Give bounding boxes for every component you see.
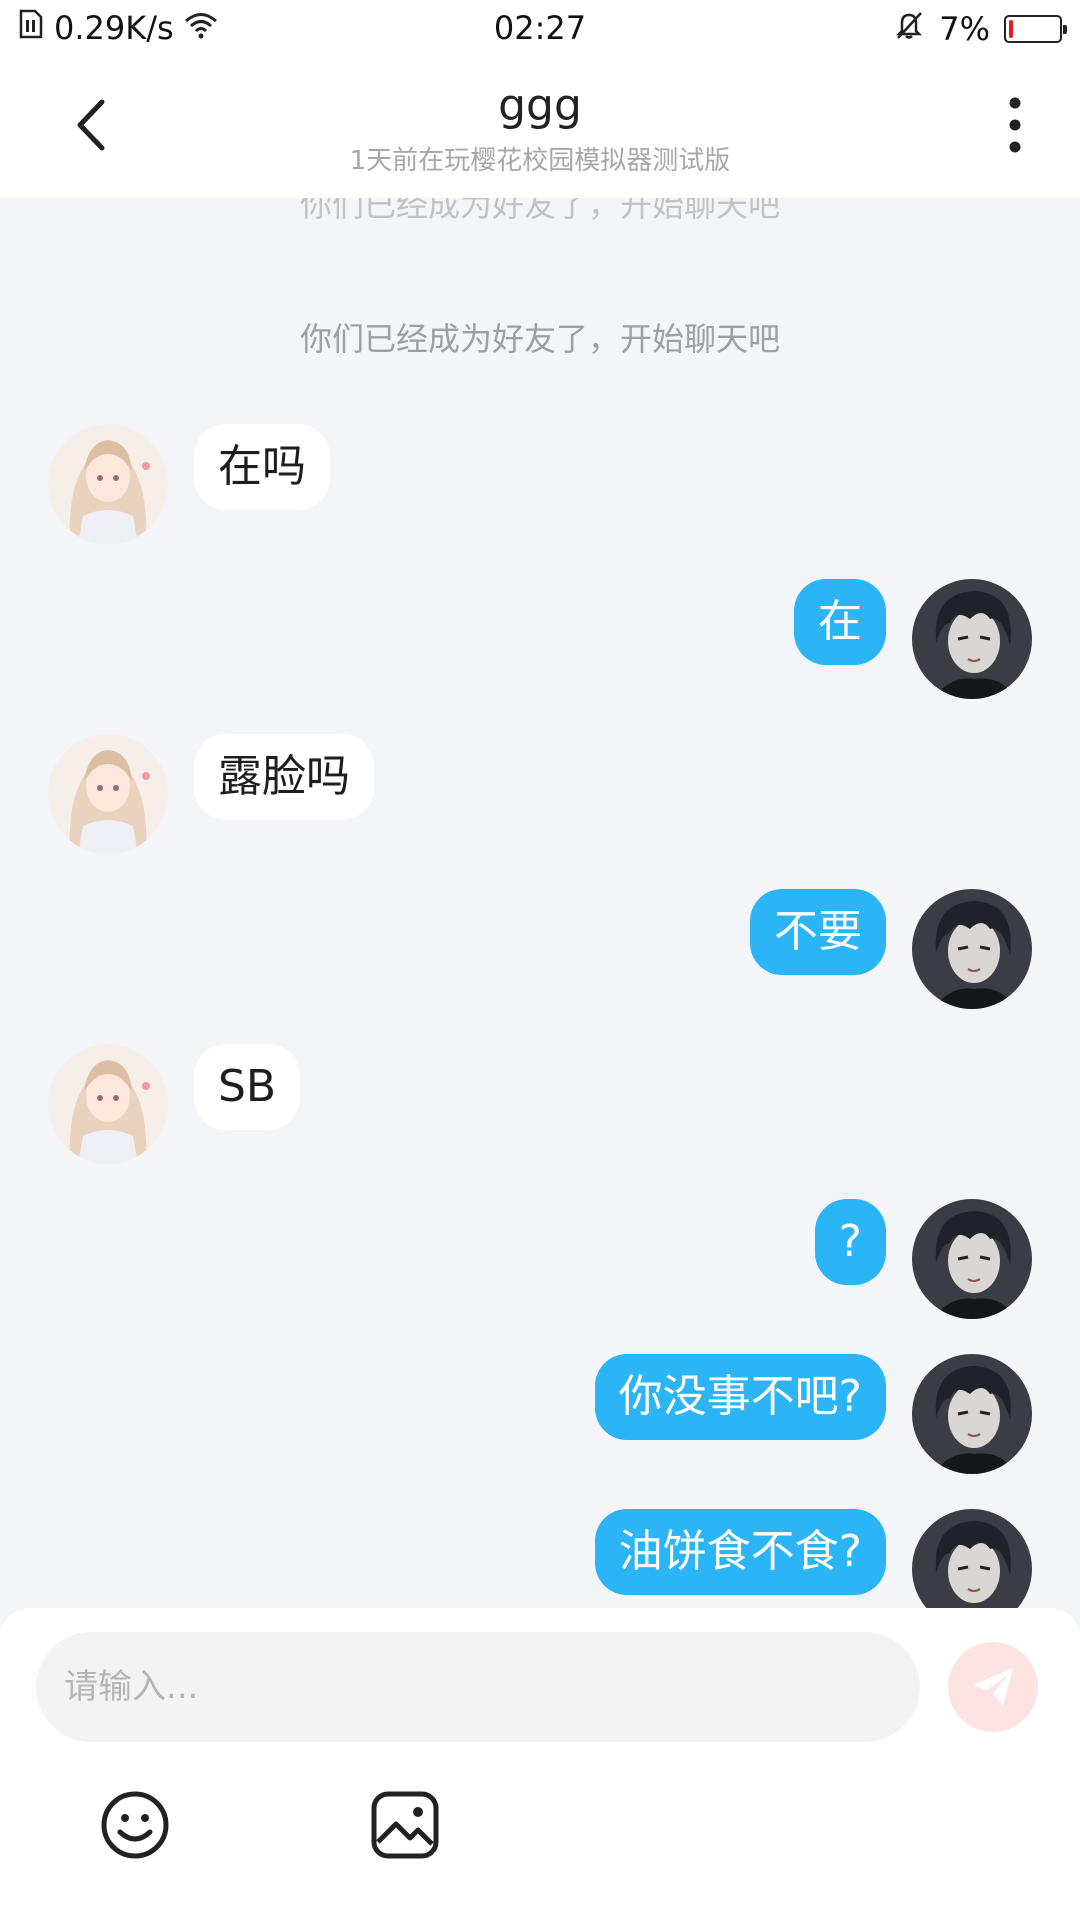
user-avatar[interactable] <box>912 889 1032 1009</box>
message-list[interactable]: 你们已经成为好友了，开始聊天吧 你们已经成为好友了，开始聊天吧 在吗 在 露脸吗… <box>0 198 1080 1608</box>
send-button[interactable] <box>948 1642 1038 1732</box>
user-avatar[interactable] <box>912 579 1032 699</box>
battery-percent: 7% <box>939 10 990 48</box>
status-bar: 0.29K/s 02:27 7% <box>0 0 1080 60</box>
more-button[interactable] <box>990 90 1040 160</box>
message-row: 不要 <box>0 889 1080 1009</box>
message-bubble-outgoing[interactable]: ? <box>814 1199 886 1285</box>
system-message: 你们已经成为好友了，开始聊天吧 <box>299 320 780 358</box>
battery-icon <box>1004 15 1067 43</box>
contact-avatar[interactable] <box>48 734 168 854</box>
emoji-icon <box>101 1791 169 1859</box>
message-input[interactable] <box>36 1632 920 1742</box>
emoji-button[interactable] <box>98 1788 172 1862</box>
message-bubble-outgoing[interactable]: 你没事不吧? <box>594 1354 886 1440</box>
message-bubble-outgoing[interactable]: 不要 <box>750 889 886 975</box>
image-icon <box>371 1791 439 1859</box>
status-right: 7% <box>893 9 1067 49</box>
composer <box>0 1608 1080 1920</box>
more-vertical-icon <box>1009 97 1021 153</box>
message-bubble-incoming[interactable]: 露脸吗 <box>194 734 374 820</box>
user-avatar[interactable] <box>912 1199 1032 1319</box>
message-bubble-outgoing[interactable]: 在 <box>794 579 886 665</box>
chat-header: ggg 1天前在玩樱花校园模拟器测试版 <box>0 60 1080 198</box>
message-row: SB <box>0 1044 1080 1164</box>
user-avatar[interactable] <box>912 1509 1032 1608</box>
message-row: 在 <box>0 579 1080 699</box>
message-bubble-incoming[interactable]: 在吗 <box>194 424 330 510</box>
send-icon <box>973 1668 1013 1706</box>
message-bubble-outgoing[interactable]: 油饼食不食? <box>594 1509 886 1595</box>
message-row: ? <box>0 1199 1080 1319</box>
message-row: 你没事不吧? <box>0 1354 1080 1474</box>
chat-subtitle: 1天前在玩樱花校园模拟器测试版 <box>349 146 731 176</box>
mute-icon <box>893 9 925 49</box>
chat-title: ggg <box>498 80 582 131</box>
contact-avatar[interactable] <box>48 1044 168 1164</box>
message-row: 露脸吗 <box>0 734 1080 854</box>
user-avatar[interactable] <box>912 1354 1032 1474</box>
contact-avatar[interactable] <box>48 424 168 544</box>
battery-level <box>1009 20 1013 38</box>
message-bubble-incoming[interactable]: SB <box>194 1044 301 1130</box>
system-message-faded: 你们已经成为好友了，开始聊天吧 <box>299 198 780 224</box>
message-row: 在吗 <box>0 424 1080 544</box>
image-button[interactable] <box>368 1788 442 1862</box>
message-row: 油饼食不食? <box>0 1509 1080 1608</box>
